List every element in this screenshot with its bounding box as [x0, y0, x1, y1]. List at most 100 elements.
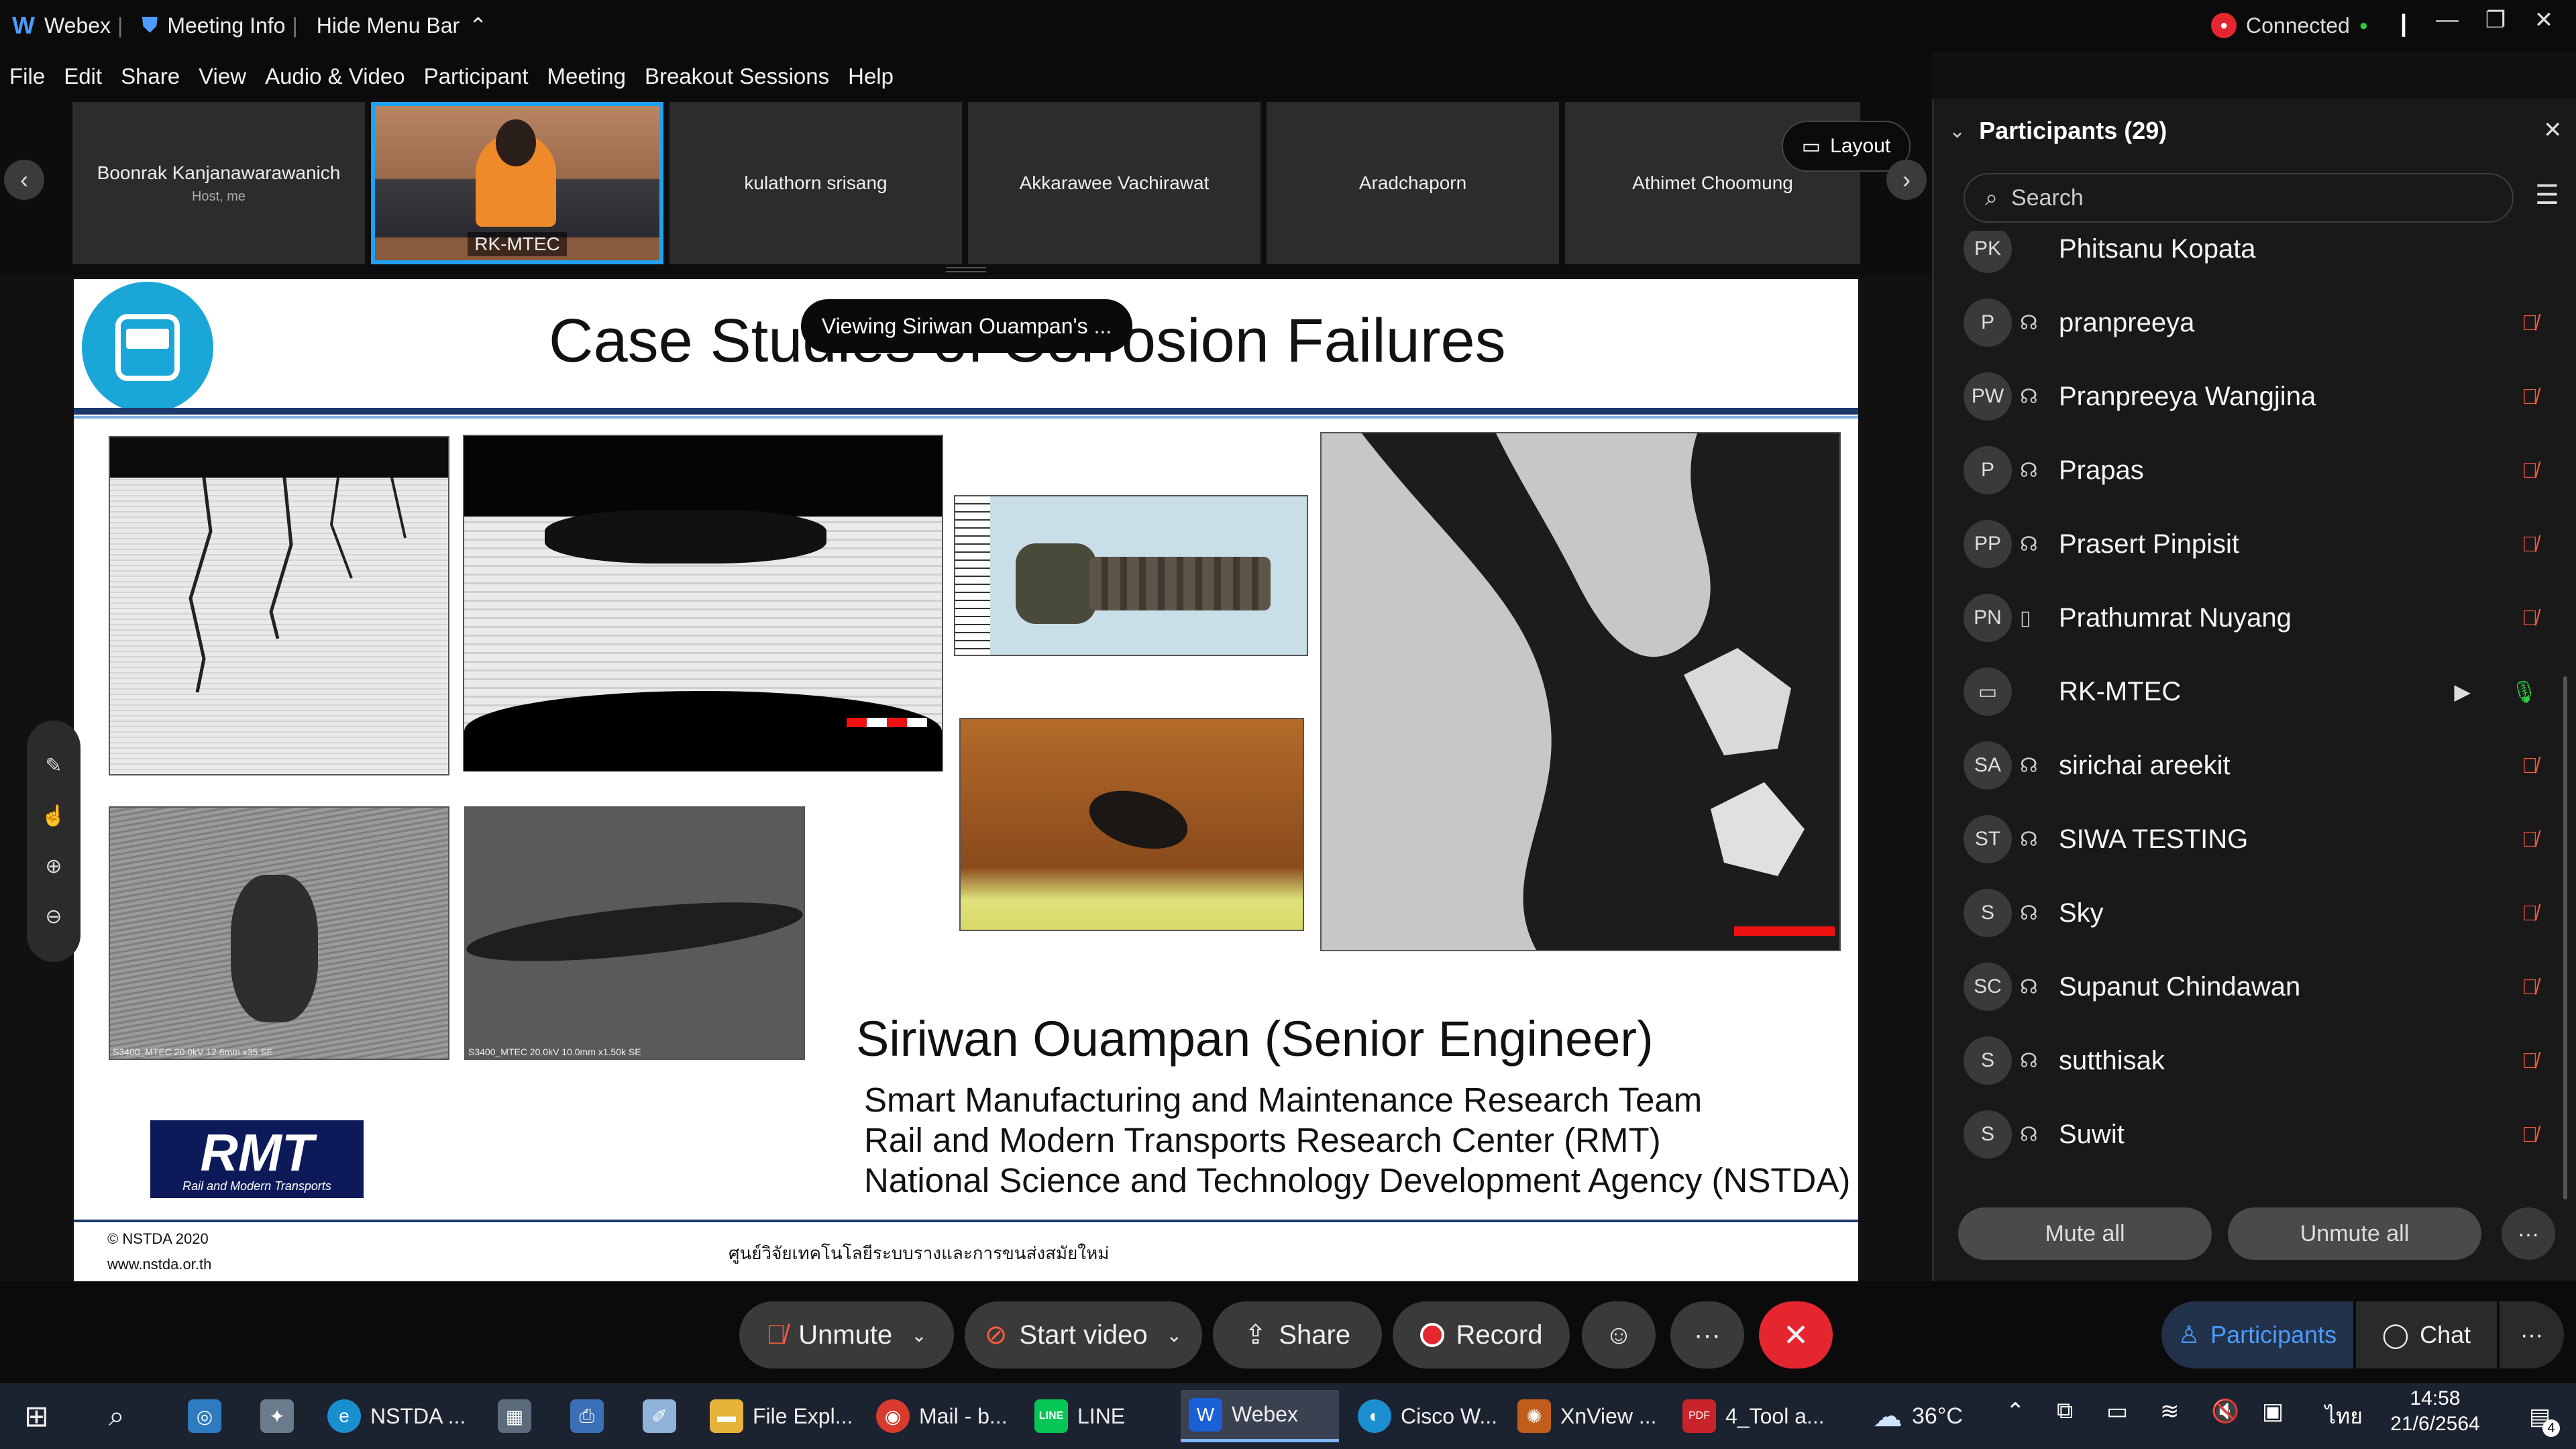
participant-row[interactable]: PK Phitsanu Kopata	[1934, 231, 2576, 286]
participant-row[interactable]: S ☊ Sky 🎙̸	[1934, 876, 2576, 950]
panels-more-button[interactable]: ···	[2500, 1301, 2564, 1368]
taskbar-app-cisco[interactable]: ◐ Cisco W...	[1350, 1390, 1505, 1442]
input-language[interactable]: ไทย	[2325, 1399, 2363, 1434]
participant-list-scrollbar[interactable]	[2563, 676, 2567, 1199]
video-tile[interactable]: Boonrak Kanjanawarawanich Host, me	[72, 102, 365, 264]
filmstrip-resize-handle[interactable]	[946, 267, 986, 272]
unmute-all-button[interactable]: Unmute all	[2228, 1208, 2481, 1260]
filmstrip-prev-button[interactable]: ‹	[4, 160, 44, 200]
search-taskbar-button[interactable]: ⌕	[101, 1390, 133, 1442]
panel-more-button[interactable]: ···	[2502, 1208, 2555, 1260]
leave-meeting-button[interactable]: ✕	[1759, 1301, 1833, 1368]
participant-row[interactable]: P ☊ Prapas 🎙̸	[1934, 433, 2576, 507]
taskbar-app-chrome[interactable]: ◉ Mail - b...	[868, 1390, 1016, 1442]
hide-menu-bar-button[interactable]: Hide Menu Bar ⌃	[317, 13, 487, 38]
close-panel-icon[interactable]: ✕	[2543, 117, 2563, 144]
taskbar-app-xnview[interactable]: ✺ XnView ...	[1509, 1390, 1664, 1442]
participant-name: RK-MTEC	[2059, 676, 2182, 706]
participant-row[interactable]: ▭ RK-MTEC ▶ 🎙	[1934, 655, 2576, 729]
filmstrip-next-button[interactable]: ›	[1886, 160, 1927, 200]
taskbar-app-edge[interactable]: e NSTDA ...	[319, 1390, 474, 1442]
video-tile[interactable]: Aradchaporn	[1267, 102, 1559, 264]
mic-muted-icon[interactable]: 🎙̸	[2522, 753, 2538, 778]
menu-meeting[interactable]: Meeting	[547, 64, 626, 89]
mic-muted-icon[interactable]: 🎙̸	[2522, 975, 2538, 1000]
menu-edit[interactable]: Edit	[64, 64, 102, 89]
taskbar-pinned-app[interactable]: ✦	[252, 1390, 302, 1442]
menu-file[interactable]: File	[9, 64, 45, 89]
menu-participant[interactable]: Participant	[424, 64, 529, 89]
record-button[interactable]: Record	[1393, 1301, 1570, 1368]
mute-all-button[interactable]: Mute all	[1958, 1208, 2212, 1260]
clock[interactable]: 14:58 21/6/2564	[2375, 1387, 2496, 1436]
notifications-button[interactable]: ▤ 4	[2520, 1397, 2560, 1437]
mic-muted-icon[interactable]: 🎙̸	[2522, 1122, 2538, 1147]
mic-muted-icon[interactable]: 🎙̸	[2522, 311, 2538, 335]
video-tile[interactable]: kulathorn srisang	[669, 102, 962, 264]
battery-icon[interactable]: ▭	[2106, 1398, 2128, 1425]
chevron-up-icon[interactable]: ⌃	[2006, 1398, 2025, 1425]
start-button[interactable]: ⊞	[16, 1390, 57, 1442]
taskbar-app-explorer[interactable]: ▬ File Expl...	[702, 1390, 861, 1442]
chat-tab-button[interactable]: ◯ Chat	[2356, 1301, 2497, 1368]
mic-muted-icon[interactable]: 🎙̸	[2522, 458, 2538, 483]
taskbar-app-webex-active[interactable]: W Webex	[1181, 1390, 1339, 1442]
taskbar-app-pdf[interactable]: PDF 4_Tool a...	[1674, 1390, 1833, 1442]
participant-search-field[interactable]: ⌕ Search	[1964, 173, 2514, 223]
participant-row[interactable]: S ☊ sutthisak 🎙̸	[1934, 1024, 2576, 1097]
taskbar-pinned-app[interactable]: ⎙	[562, 1390, 612, 1442]
mic-muted-icon[interactable]: 🎙̸	[2522, 384, 2538, 409]
minimize-icon[interactable]: —	[2423, 7, 2471, 34]
zoom-out-icon[interactable]: ⊖	[45, 905, 62, 928]
share-button[interactable]: ⇪ Share	[1213, 1301, 1382, 1368]
participant-row[interactable]: SC ☊ Supanut Chindawan 🎙̸	[1934, 950, 2576, 1024]
reactions-button[interactable]: ☺	[1582, 1301, 1656, 1368]
xnview-icon: ✺	[1517, 1399, 1551, 1433]
remote-control-icon[interactable]: ☝	[41, 804, 66, 828]
close-window-icon[interactable]: ✕	[2520, 7, 2568, 34]
mic-muted-icon[interactable]: 🎙̸	[2522, 827, 2538, 852]
sort-list-icon[interactable]: ☰	[2535, 180, 2559, 211]
taskbar-app-line[interactable]: LINE LINE	[1026, 1390, 1133, 1442]
annotate-pen-icon[interactable]: ✎	[45, 754, 62, 777]
participants-tab-button[interactable]: ♙ Participants	[2161, 1301, 2353, 1368]
webex-app-menu[interactable]: W Webex	[12, 11, 111, 40]
menu-audio-video[interactable]: Audio & Video	[265, 64, 405, 89]
menu-share[interactable]: Share	[121, 64, 180, 89]
taskbar-pinned-app[interactable]: ◎	[180, 1390, 229, 1442]
participant-row[interactable]: ST ☊ SIWA TESTING 🎙̸	[1934, 802, 2576, 876]
weather-widget[interactable]: ☁ 36°C	[1865, 1390, 1971, 1442]
mic-muted-icon[interactable]: 🎙̸	[2522, 901, 2538, 926]
mic-muted-icon[interactable]: 🎙̸	[2522, 1049, 2538, 1073]
meeting-info-button[interactable]: ⛊ Meeting Info	[142, 13, 285, 38]
participant-row[interactable]: S ☊ Suwit 🎙̸	[1934, 1097, 2576, 1171]
zoom-in-icon[interactable]: ⊕	[45, 855, 62, 878]
layout-button[interactable]: ▭ Layout	[1782, 121, 1911, 172]
taskbar-pinned-app[interactable]: ▦	[490, 1390, 539, 1442]
start-video-button[interactable]: ⊘ Start video ⌄	[965, 1301, 1202, 1368]
device-tray-icon[interactable]: ⧉	[2057, 1398, 2073, 1424]
mic-muted-icon[interactable]: 🎙̸	[2522, 532, 2538, 557]
taskbar-pinned-app[interactable]: ✐	[635, 1390, 684, 1442]
participant-row[interactable]: PN ▯ Prathumrat Nuyang 🎙̸	[1934, 581, 2576, 655]
wifi-icon[interactable]: ≋	[2160, 1398, 2180, 1425]
mic-muted-icon[interactable]: 🎙̸	[2522, 606, 2538, 631]
menu-breakout[interactable]: Breakout Sessions	[645, 64, 829, 89]
video-tile-active-speaker[interactable]: RK-MTEC	[371, 102, 663, 264]
participant-row[interactable]: PW ☊ Pranpreeya Wangjina 🎙̸	[1934, 360, 2576, 433]
video-tile[interactable]: Akkarawee Vachirawat	[968, 102, 1260, 264]
more-options-button[interactable]: ···	[1670, 1301, 1744, 1368]
restore-icon[interactable]: ❐	[2471, 7, 2520, 34]
menu-help[interactable]: Help	[848, 64, 894, 89]
volume-muted-icon[interactable]: 🔇	[2211, 1398, 2239, 1425]
connection-status[interactable]: ● Connected ●	[2211, 13, 2368, 38]
participant-row[interactable]: P ☊ pranpreeya 🎙̸	[1934, 286, 2576, 360]
unmute-button[interactable]: 🎙̸ Unmute ⌄	[739, 1301, 954, 1368]
participant-row[interactable]: PP ☊ Prasert Pinpisit 🎙̸	[1934, 507, 2576, 581]
sharing-banner[interactable]: Viewing Siriwan Ouampan's ...	[801, 299, 1132, 353]
menu-view[interactable]: View	[199, 64, 246, 89]
participants-header[interactable]: ⌄ Participants (29)	[1949, 117, 2167, 145]
participant-row[interactable]: SA ☊ sirichai areekit 🎙̸	[1934, 729, 2576, 802]
mic-active-icon[interactable]: 🎙	[2510, 679, 2538, 704]
screen-tray-icon[interactable]: ▣	[2262, 1398, 2284, 1425]
